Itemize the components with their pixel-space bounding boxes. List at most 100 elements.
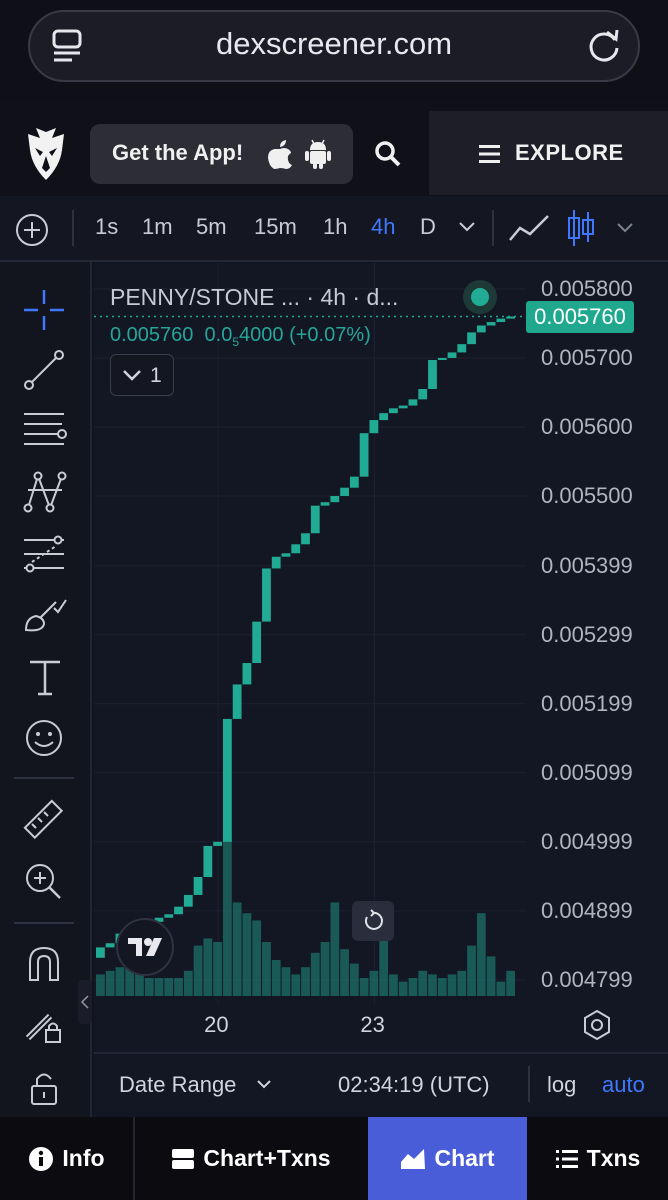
volume-bar xyxy=(496,981,506,996)
candle xyxy=(457,344,467,353)
volume-bar xyxy=(252,920,262,996)
search-icon[interactable] xyxy=(374,140,402,168)
live-status-dot xyxy=(471,288,489,306)
indicators-collapse-button[interactable] xyxy=(110,354,174,396)
timeframe-1h[interactable]: 1h xyxy=(323,214,347,240)
candle xyxy=(301,533,310,545)
utc-time[interactable]: 02:34:19 (UTC) xyxy=(338,1072,490,1098)
lock-icon[interactable] xyxy=(22,1066,66,1110)
price-tick-label: 0.005199 xyxy=(541,690,633,716)
candle xyxy=(340,487,349,496)
last-price-label: 0.005760 xyxy=(526,300,634,333)
magnet-icon[interactable] xyxy=(22,942,66,986)
legend-change-prefix: 0.0 xyxy=(204,324,233,346)
nav-txns[interactable]: Txns xyxy=(527,1117,668,1200)
volume-bar xyxy=(428,974,437,996)
price-tick-label: 0.005299 xyxy=(541,621,633,647)
volume-bar xyxy=(330,902,340,996)
candle xyxy=(242,663,252,685)
timeframe-1m[interactable]: 1m xyxy=(142,214,173,240)
ruler-icon[interactable] xyxy=(22,798,66,842)
volume-bar xyxy=(506,970,516,996)
timeframe-1s[interactable]: 1s xyxy=(95,214,118,240)
chevron-down-icon[interactable] xyxy=(616,222,634,234)
volume-bar xyxy=(447,974,457,996)
nav-chart-txns-label: Chart+Txns xyxy=(203,1145,331,1171)
legend-price: 0.005760 xyxy=(110,324,194,346)
chart-settings-icon[interactable] xyxy=(580,1008,614,1042)
price-tick-label: 0.005600 xyxy=(541,413,633,439)
volume-bar xyxy=(115,967,125,996)
nav-chart[interactable]: Chart xyxy=(368,1117,527,1200)
volume-bar xyxy=(271,960,281,996)
chart-legend-title[interactable]: PENNY/STONE ... · 4h · d... xyxy=(110,284,398,311)
timeframe-4h[interactable]: 4h xyxy=(371,214,395,240)
candle xyxy=(281,553,291,557)
candle xyxy=(437,357,447,361)
auto-scale-toggle[interactable]: auto xyxy=(602,1072,645,1098)
candle xyxy=(506,316,516,319)
candle xyxy=(408,399,418,406)
candle xyxy=(359,433,369,477)
volume-bar xyxy=(437,978,447,996)
candle xyxy=(486,322,496,326)
candle xyxy=(330,495,340,503)
nav-txns-label: Txns xyxy=(586,1145,641,1171)
price-tick-label: 0.004799 xyxy=(541,966,633,992)
pattern-icon[interactable] xyxy=(22,470,68,514)
lock-drawing-icon[interactable] xyxy=(22,1004,66,1048)
timeframe-15m[interactable]: 15m xyxy=(254,214,297,240)
candle xyxy=(164,914,174,918)
fib-icon[interactable] xyxy=(22,532,68,576)
add-indicator-icon[interactable] xyxy=(14,212,50,248)
chart-legend-values: 0.005760 0.054000 (+0.07%) xyxy=(110,324,371,349)
nav-info[interactable]: Info xyxy=(0,1117,133,1200)
candle xyxy=(310,505,320,534)
candles-icon[interactable] xyxy=(566,208,596,248)
tools-divider xyxy=(14,922,74,924)
trend-line-icon[interactable] xyxy=(22,348,66,392)
timeframe-d[interactable]: D xyxy=(420,214,436,240)
volume-bar xyxy=(340,949,349,996)
candle xyxy=(174,906,183,915)
price-scale[interactable] xyxy=(526,262,668,1052)
volume-bar xyxy=(232,902,242,996)
volume-bar xyxy=(105,970,115,996)
chevron-down-icon xyxy=(257,1080,271,1089)
info-icon xyxy=(29,1146,54,1171)
crosshair-icon[interactable] xyxy=(22,288,66,332)
chart-icon xyxy=(401,1148,426,1169)
volume-bar xyxy=(183,970,193,996)
android-icon xyxy=(305,139,331,169)
volume-bar xyxy=(154,978,164,996)
list-icon xyxy=(555,1149,578,1168)
url-text: dexscreener.com xyxy=(215,26,453,61)
zoom-in-icon[interactable] xyxy=(22,860,66,904)
reload-icon[interactable] xyxy=(584,26,624,66)
price-tick-label: 0.005800 xyxy=(541,275,633,301)
text-icon[interactable] xyxy=(24,656,66,698)
horizontal-lines-icon[interactable] xyxy=(22,408,68,452)
dexscreener-logo-icon[interactable] xyxy=(22,126,70,182)
line-chart-type-icon[interactable] xyxy=(508,212,550,246)
chevron-down-icon[interactable] xyxy=(458,220,476,234)
apple-icon xyxy=(268,140,292,169)
candle xyxy=(320,502,330,506)
candle xyxy=(232,684,242,719)
volume-bar xyxy=(291,974,301,996)
candle xyxy=(349,476,359,488)
nav-chart-txns[interactable]: Chart+Txns xyxy=(135,1117,367,1200)
price-tick-label: 0.005099 xyxy=(541,759,633,785)
date-range-button[interactable]: Date Range xyxy=(119,1072,236,1098)
price-tick-label: 0.005700 xyxy=(541,344,633,370)
candle xyxy=(203,845,213,877)
log-scale-toggle[interactable]: log xyxy=(547,1072,576,1098)
emoji-icon[interactable] xyxy=(22,716,66,760)
candle xyxy=(193,876,203,895)
chevron-left-icon xyxy=(80,995,89,1009)
volume-bar xyxy=(262,942,271,996)
timeframe-5m[interactable]: 5m xyxy=(196,214,227,240)
brush-icon[interactable] xyxy=(22,594,68,638)
volume-bar xyxy=(174,978,183,996)
candle xyxy=(379,413,389,421)
